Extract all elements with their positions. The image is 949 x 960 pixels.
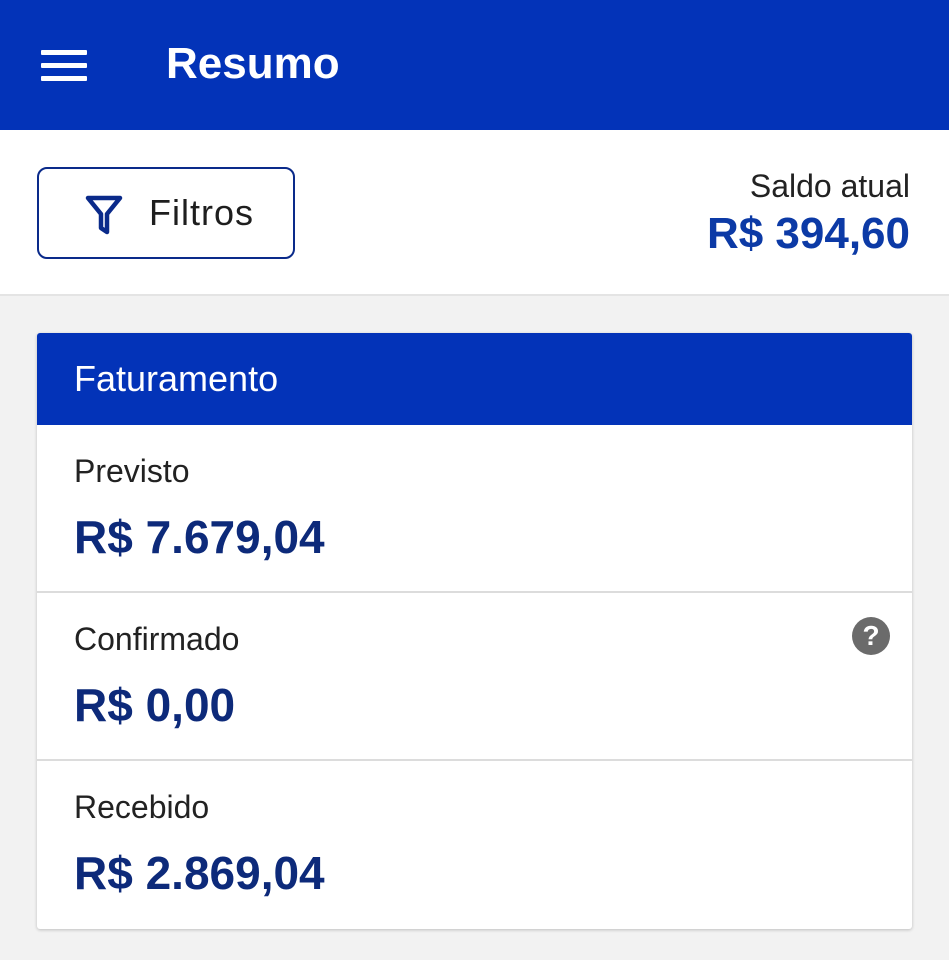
filter-icon	[85, 195, 123, 235]
billing-row-confirmado: Confirmado ? R$ 0,00	[37, 593, 912, 761]
filter-button-label: Filtros	[149, 192, 254, 233]
billing-row-recebido: Recebido R$ 2.869,04	[37, 761, 912, 929]
menu-icon[interactable]	[41, 50, 87, 82]
row-label: Confirmado	[74, 621, 240, 657]
app-bar: Resumo	[0, 0, 949, 130]
row-value: R$ 2.869,04	[74, 847, 325, 899]
row-value: R$ 7.679,04	[74, 511, 325, 563]
row-value: R$ 0,00	[74, 679, 236, 731]
balance-value: R$ 394,60	[706, 209, 910, 258]
billing-row-previsto: Previsto R$ 7.679,04	[37, 425, 912, 593]
filter-button[interactable]: Filtros	[37, 167, 295, 259]
row-label: Previsto	[74, 453, 190, 489]
summary-toolbar: Filtros Saldo atual R$ 394,60	[0, 130, 949, 296]
help-icon[interactable]: ?	[852, 617, 890, 655]
balance-label: Saldo atual	[749, 168, 910, 204]
billing-card-header: Faturamento	[37, 333, 912, 425]
billing-card-title: Faturamento	[74, 358, 279, 399]
billing-card: Faturamento Previsto R$ 7.679,04 Confirm…	[37, 333, 912, 929]
row-label: Recebido	[74, 789, 210, 825]
page-title: Resumo	[166, 39, 340, 88]
